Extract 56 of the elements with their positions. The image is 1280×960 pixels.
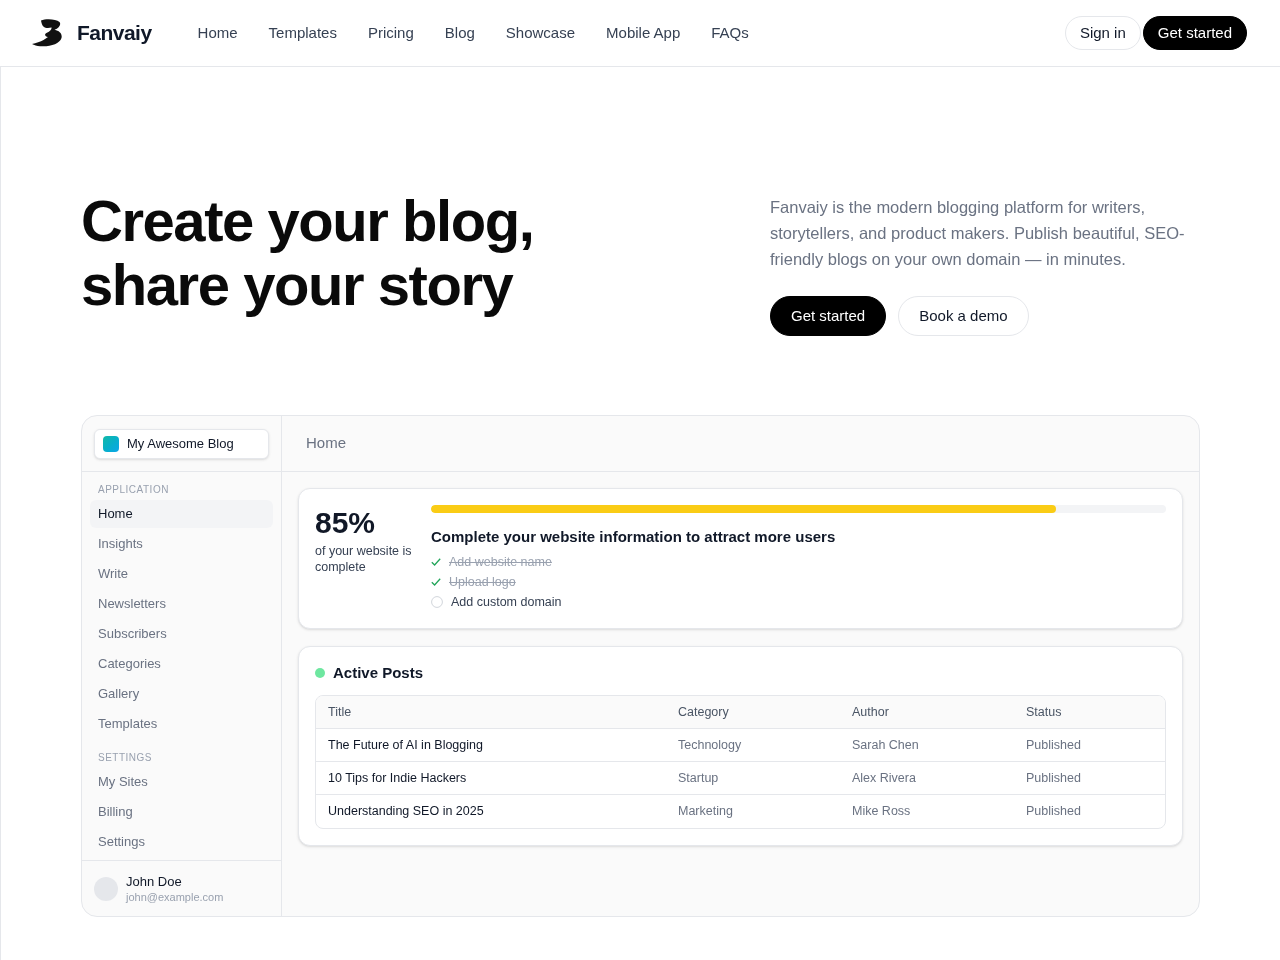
sidebar-item[interactable]: Settings	[90, 828, 273, 856]
nav-link[interactable]: Home	[197, 21, 238, 45]
site-picker[interactable]: My Awesome Blog	[94, 428, 269, 459]
table-cell-text: Technology	[677, 736, 743, 754]
nav-link[interactable]: Showcase	[505, 21, 576, 45]
table-cell-text: Published	[1025, 736, 1082, 754]
table-cell-text: The Future of AI in Blogging	[327, 736, 484, 754]
sign-in-button[interactable]: Sign in	[1064, 16, 1141, 50]
column-header: Status	[1025, 703, 1063, 721]
table-cell-text: Published	[1025, 769, 1082, 787]
task-label: Add custom domain	[451, 593, 562, 611]
column-header: Title	[327, 703, 353, 721]
sidebar-item[interactable]: Write	[90, 560, 273, 588]
sidebar-item[interactable]: Billing	[90, 798, 273, 826]
user-email: john@example.com	[126, 889, 224, 904]
table-cell-text: Understanding SEO in 2025	[327, 803, 485, 821]
table-cell-text: Alex Rivera	[851, 769, 917, 787]
sidebar-item[interactable]: Categories	[90, 650, 273, 678]
get-started-button[interactable]: Get started	[1142, 16, 1247, 50]
nav-link[interactable]: Pricing	[367, 21, 414, 45]
table-cell-text: Published	[1025, 803, 1082, 821]
get-started-button[interactable]: Get started	[770, 296, 887, 336]
sidebar-item[interactable]: Newsletters	[90, 590, 273, 618]
nav-link[interactable]: Blog	[444, 21, 475, 45]
user-name: John Doe	[126, 873, 183, 890]
site-icon	[103, 435, 119, 452]
hero-heading: Create your blog, share your story	[81, 189, 534, 317]
sidebar-item[interactable]: My Sites	[90, 768, 273, 796]
brand-name[interactable]: Fanvaiy	[77, 17, 152, 49]
task-label: Upload logo	[449, 573, 516, 591]
nav-link[interactable]: FAQs	[711, 21, 749, 45]
progress-title: Complete your website information to attract more users	[431, 527, 837, 547]
column-header: Author	[851, 703, 890, 721]
hero-description: Fanvaiy is the modern blogging platform for writers, storytellers, and product makers. Publish beautiful, SEO-friendly blogs on your own domain — in minutes.	[770, 197, 1186, 270]
progress-caption: of your website is complete	[315, 543, 413, 575]
table-cell-text: 10 Tips for Indie Hackers	[327, 769, 468, 787]
breadcrumb: Home	[306, 433, 346, 454]
sidebar-item[interactable]: Subscribers	[90, 620, 273, 648]
column-header: Category	[677, 703, 730, 721]
nav-link[interactable]: Mobile App	[606, 21, 681, 45]
posts-title: Active Posts	[333, 662, 424, 683]
sidebar-heading: SETTINGS	[97, 751, 153, 765]
book-demo-button[interactable]: Book a demo	[898, 296, 1029, 336]
sidebar-item[interactable]: Gallery	[90, 680, 273, 708]
table-cell-text: Sarah Chen	[851, 736, 920, 754]
sidebar-heading: APPLICATION	[97, 483, 170, 497]
table-cell-text: Startup	[677, 769, 720, 787]
table-cell-text: Mike Ross	[851, 803, 912, 821]
sidebar-item[interactable]: Insights	[90, 530, 273, 558]
nav-link[interactable]: Templates	[268, 21, 337, 45]
sidebar-item[interactable]: Home	[90, 500, 273, 528]
logo-icon	[32, 19, 64, 47]
task-label: Add website name	[449, 553, 552, 571]
sidebar-item[interactable]: Templates	[90, 710, 273, 738]
table-cell-text: Marketing	[677, 803, 734, 821]
progress-percent: 85%	[315, 505, 377, 541]
